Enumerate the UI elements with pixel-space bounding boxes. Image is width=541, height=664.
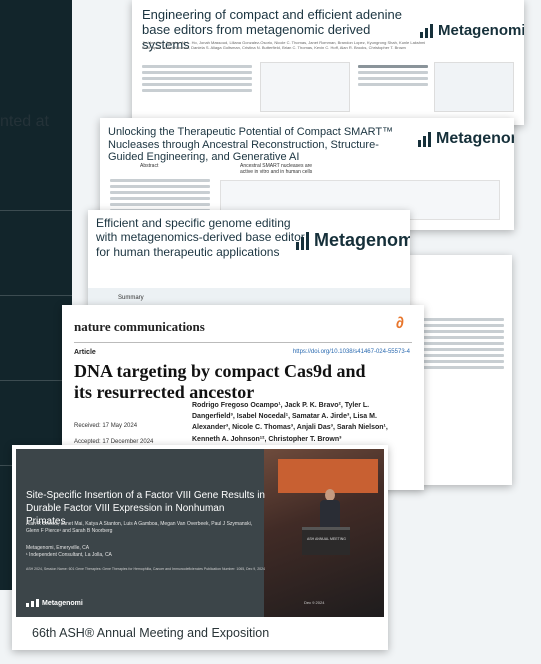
doi-link[interactable]: https://doi.org/10.1038/s41467-024-55573… <box>293 349 410 355</box>
section-ancestral: Ancestral SMART nucleases are active in … <box>240 163 313 175</box>
article-headline: DNA targeting by compact Cas9d and its r… <box>74 361 366 402</box>
poster-abstract-text <box>142 62 252 95</box>
metagenomi-logo: Metagenomi <box>296 230 410 251</box>
metagenomi-logo-icon <box>418 131 431 147</box>
poster-title: Unlocking the Therapeutic Potential of C… <box>108 126 394 164</box>
podium <box>302 527 350 555</box>
poster-title: Efficient and specific genome editing wi… <box>96 216 305 259</box>
journal-name: nature communications <box>74 319 205 334</box>
poster-base-editors[interactable]: Engineering of compact and efficient ade… <box>132 0 524 125</box>
slide-authors: Alan R Brooks, Janet Mai, Katya A Stanto… <box>26 521 253 534</box>
presentation-slide: ASH ANNUAL MEETING Site-Specific Inserti… <box>16 449 384 617</box>
metagenomi-logo-icon <box>296 231 309 250</box>
poster-text-block <box>358 62 428 89</box>
metagenomi-logo-icon <box>26 599 39 607</box>
received-date: Received: 17 May 2024 <box>74 423 138 429</box>
poster-figure <box>434 62 514 112</box>
presentation-caption: 66th ASH® Annual Meeting and Exposition <box>32 626 270 640</box>
metagenomi-logo: Metagenomi <box>420 22 524 39</box>
section-abstract: Abstract <box>140 163 159 169</box>
poster-authors: Jin Hee Yan, Jasmine M. L. Ho, Jonah Mas… <box>142 40 426 50</box>
divider <box>74 342 412 343</box>
slide-date: Dec 9 2024 <box>304 600 325 605</box>
section-summary: Summary <box>118 295 144 301</box>
slide-affiliation: Metagenomi, Emeryville, CA ¹ Independent… <box>26 545 112 558</box>
side-partial-text: nted at <box>0 113 49 130</box>
open-access-icon: ∂ <box>396 315 404 332</box>
poster-figure <box>260 62 350 112</box>
stage-screen <box>278 459 378 493</box>
divider <box>0 295 72 296</box>
metagenomi-logo-icon <box>420 23 433 38</box>
ash-presentation-card[interactable]: ASH ANNUAL MEETING Site-Specific Inserti… <box>12 445 388 650</box>
poster-text-block <box>420 315 504 372</box>
poster-base-editor-therapeutic[interactable]: Efficient and specific genome editing wi… <box>88 210 410 310</box>
divider <box>0 210 72 211</box>
podium-label: ASH ANNUAL MEETING <box>307 537 346 541</box>
article-label: Article <box>74 349 96 356</box>
article-authors: Rodrigo Fregoso Ocampo¹, Jack P. K. Brav… <box>192 402 388 443</box>
metagenomi-logo: Metagenomi <box>26 599 83 607</box>
metagenomi-logo: Metagenomi <box>418 130 514 148</box>
slide-session-info: ASH 2024, Session Name: 601 Gene Therapi… <box>26 567 265 571</box>
